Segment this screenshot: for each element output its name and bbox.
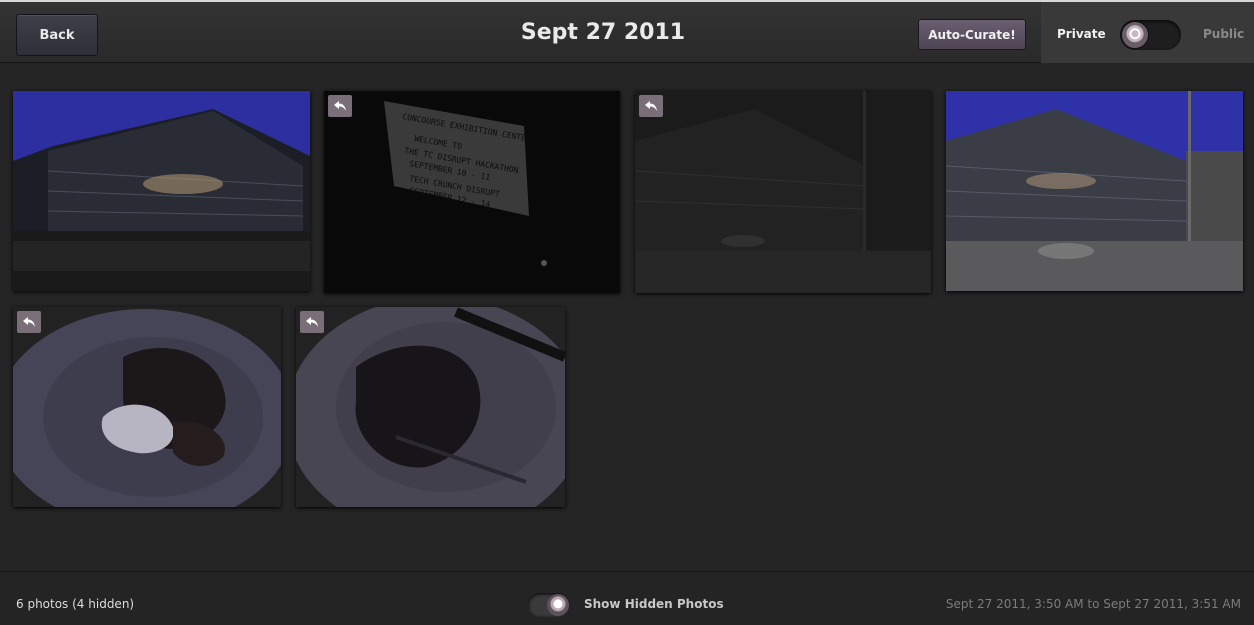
top-bar: Back Sept 27 2011 Auto-Curate! Private P… [0, 0, 1254, 63]
show-hidden-label: Show Hidden Photos [584, 597, 724, 611]
privacy-toggle-group: Private Public [1041, 2, 1254, 63]
page-title: Sept 27 2011 [520, 20, 686, 45]
photo-thumbnail[interactable] [296, 307, 565, 507]
toggle-knob-icon [547, 594, 569, 616]
show-hidden-toggle[interactable] [528, 593, 570, 617]
photo-count: 6 photos (4 hidden) [16, 597, 135, 611]
status-bar: 6 photos (4 hidden) Show Hidden Photos S… [0, 571, 1254, 625]
photo-thumbnail[interactable]: CONCOURSE EXHIBITION CENTER WELCOME TO T… [324, 91, 620, 293]
back-button[interactable]: Back [16, 14, 98, 56]
undo-arrow-icon[interactable] [328, 95, 352, 117]
photo-thumbnail[interactable] [635, 91, 931, 293]
auto-curate-button[interactable]: Auto-Curate! [918, 19, 1026, 50]
photo-grid: CONCOURSE EXHIBITION CENTER WELCOME TO T… [0, 63, 1254, 571]
undo-arrow-icon[interactable] [300, 311, 324, 333]
photo-thumbnail[interactable] [13, 307, 281, 507]
date-range: Sept 27 2011, 3:50 AM to Sept 27 2011, 3… [945, 597, 1241, 611]
fingerprint-knob-icon [1121, 21, 1149, 49]
undo-arrow-icon[interactable] [639, 95, 663, 117]
private-label: Private [1057, 27, 1106, 41]
photo-thumbnail[interactable] [946, 91, 1243, 291]
photo-thumbnail[interactable] [13, 91, 310, 291]
privacy-toggle[interactable] [1120, 20, 1181, 50]
undo-arrow-icon[interactable] [17, 311, 41, 333]
public-label: Public [1203, 27, 1245, 41]
